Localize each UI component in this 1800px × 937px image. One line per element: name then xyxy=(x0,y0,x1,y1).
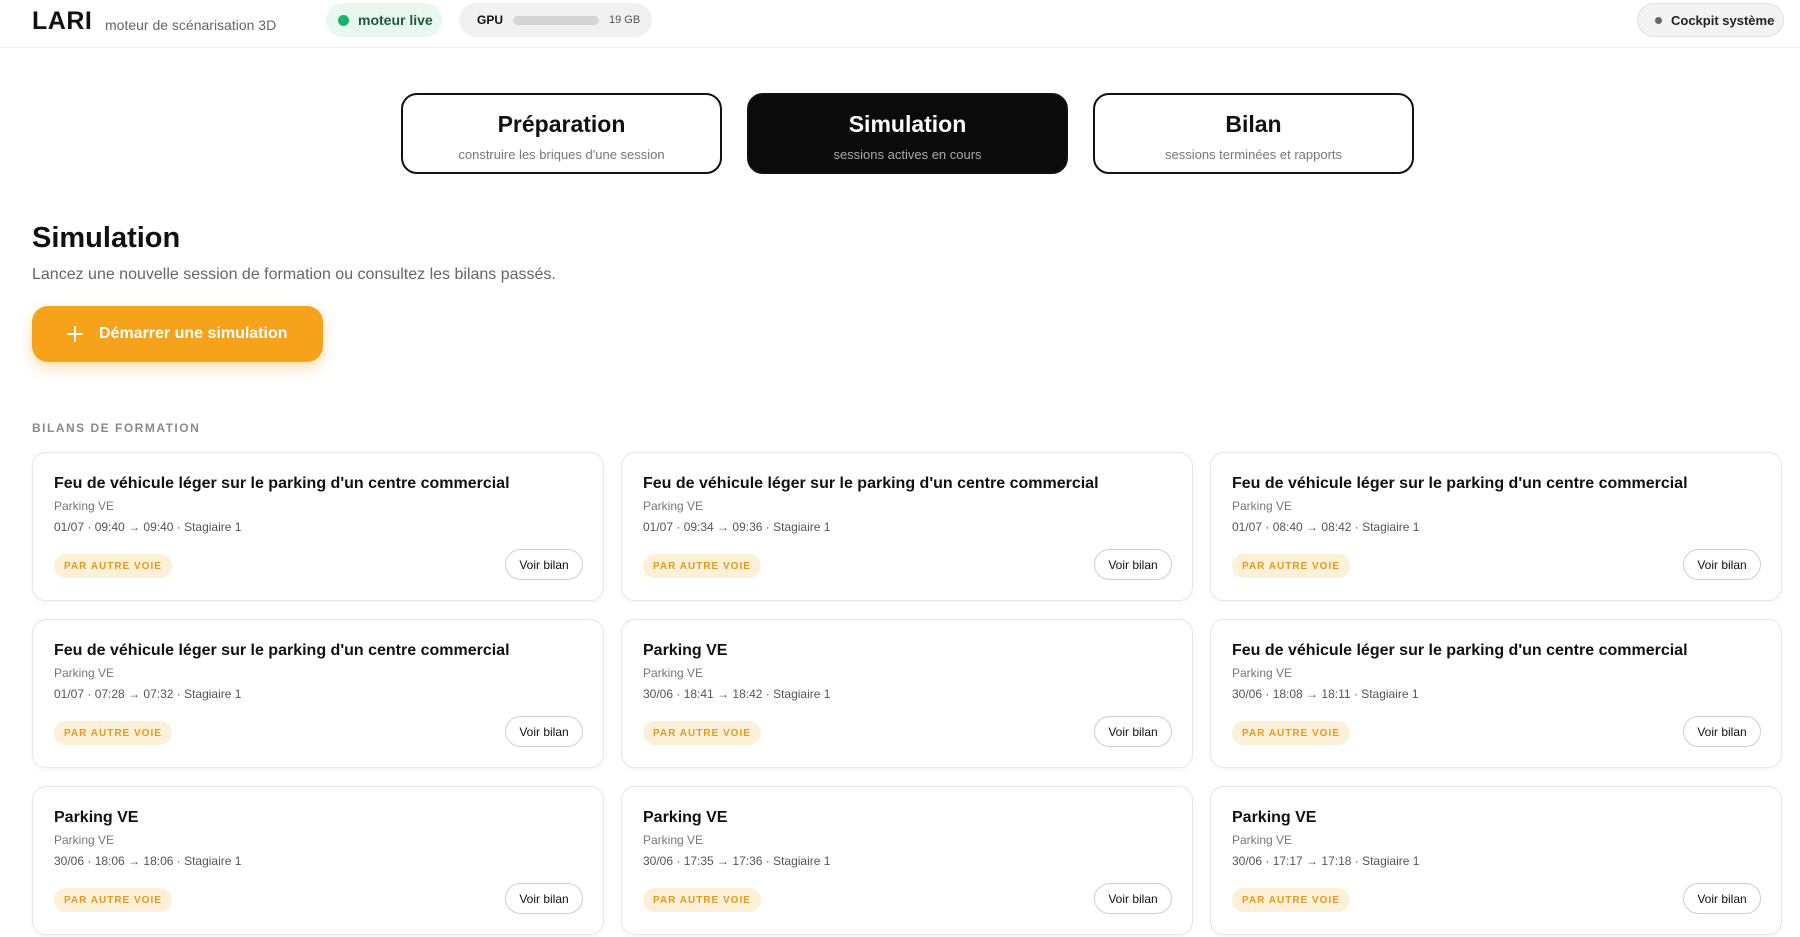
bilan-card-meta: 30/06 · 18:08 → 18:11 · Stagiaire 1 xyxy=(1232,687,1419,701)
view-bilan-button[interactable]: Voir bilan xyxy=(1683,549,1761,580)
gpu-label: GPU xyxy=(477,13,504,27)
status-badge: PAR AUTRE VOIE xyxy=(643,721,761,745)
bilan-card-subtitle: Parking VE xyxy=(643,833,704,847)
cockpit-system-button[interactable]: Cockpit système xyxy=(1637,3,1784,37)
status-badge: PAR AUTRE VOIE xyxy=(1232,721,1350,745)
tab-subtitle: construire les briques d'une session xyxy=(458,147,665,162)
bilan-card-subtitle: Parking VE xyxy=(643,666,704,680)
status-badge: PAR AUTRE VOIE xyxy=(1232,888,1350,912)
brand-tagline: moteur de scénarisation 3D xyxy=(105,17,277,33)
view-bilan-button[interactable]: Voir bilan xyxy=(1094,549,1172,580)
cockpit-system-label: Cockpit système xyxy=(1671,12,1775,28)
gpu-usage-bar xyxy=(513,15,600,25)
bilan-card: Feu de véhicule léger sur le parking d'u… xyxy=(621,452,1193,601)
start-simulation-button[interactable]: Démarrer une simulation xyxy=(32,306,323,362)
plus-icon xyxy=(67,326,83,342)
status-badge: PAR AUTRE VOIE xyxy=(54,721,172,745)
engine-status-label: moteur live xyxy=(358,12,433,28)
bilan-card-title: Feu de véhicule léger sur le parking d'u… xyxy=(54,475,510,492)
bilan-card: Parking VE Parking VE 30/06 · 18:06 → 18:0… xyxy=(32,786,604,935)
bilan-card: Parking VE Parking VE 30/06 · 17:17 → 17:1… xyxy=(1210,786,1782,935)
bilan-card-meta: 30/06 · 17:35 → 17:36 · Stagiaire 1 xyxy=(643,854,831,868)
bilan-card-meta: 01/07 · 09:34 → 09:36 · Stagiaire 1 xyxy=(643,520,831,534)
status-badge: PAR AUTRE VOIE xyxy=(643,554,761,578)
engine-status-badge: moteur live xyxy=(326,3,442,37)
gpu-usage-value: 19 GB xyxy=(609,14,641,26)
dot-icon xyxy=(1655,16,1662,24)
bilan-card: Feu de véhicule léger sur le parking d'u… xyxy=(32,619,604,768)
top-bar: LARI moteur de scénarisation 3D moteur l… xyxy=(0,0,1800,48)
bilan-card: Feu de véhicule léger sur le parking d'u… xyxy=(1210,452,1782,601)
bilan-card-subtitle: Parking VE xyxy=(54,666,115,680)
bilan-card-title: Feu de véhicule léger sur le parking d'u… xyxy=(643,475,1099,492)
status-badge: PAR AUTRE VOIE xyxy=(54,554,172,578)
status-badge: PAR AUTRE VOIE xyxy=(1232,554,1350,578)
tab-simulation[interactable]: Simulation sessions actives en cours xyxy=(747,93,1068,174)
bilan-card: Feu de véhicule léger sur le parking d'u… xyxy=(32,452,604,601)
status-dot-icon xyxy=(338,14,349,26)
bilan-card: Feu de véhicule léger sur le parking d'u… xyxy=(1210,619,1782,768)
bilan-card-meta: 30/06 · 18:06 → 18:06 · Stagiaire 1 xyxy=(54,854,242,868)
start-simulation-label: Démarrer une simulation xyxy=(99,325,288,342)
bilan-card-title: Feu de véhicule léger sur le parking d'u… xyxy=(1232,642,1688,659)
bilan-card-meta: 30/06 · 17:17 → 17:18 · Stagiaire 1 xyxy=(1232,854,1420,868)
bilan-card-subtitle: Parking VE xyxy=(643,499,704,513)
view-bilan-button[interactable]: Voir bilan xyxy=(1094,883,1172,914)
tab-title: Simulation xyxy=(848,111,967,137)
bilan-card-subtitle: Parking VE xyxy=(1232,833,1293,847)
status-badge: PAR AUTRE VOIE xyxy=(643,888,761,912)
tab-subtitle: sessions terminées et rapports xyxy=(1164,147,1343,162)
tab-title: Bilan xyxy=(1225,111,1282,137)
bilan-card-title: Feu de véhicule léger sur le parking d'u… xyxy=(1232,475,1688,492)
page-subtitle: Lancez une nouvelle session de formation… xyxy=(32,266,556,283)
bilan-card-meta: 01/07 · 07:28 → 07:32 · Stagiaire 1 xyxy=(54,687,242,701)
tab-subtitle: sessions actives en cours xyxy=(833,147,982,162)
bilan-card-meta: 30/06 · 18:41 → 18:42 · Stagiaire 1 xyxy=(643,687,831,701)
bilan-card-title: Parking VE xyxy=(54,809,139,826)
bilan-card-meta: 01/07 · 09:40 → 09:40 · Stagiaire 1 xyxy=(54,520,242,534)
page-title: Simulation xyxy=(32,222,181,254)
bilan-card-subtitle: Parking VE xyxy=(1232,499,1293,513)
bilan-card: Parking VE Parking VE 30/06 · 18:41 → 18:4… xyxy=(621,619,1193,768)
view-bilan-button[interactable]: Voir bilan xyxy=(1683,883,1761,914)
bilan-card-subtitle: Parking VE xyxy=(54,833,115,847)
view-bilan-button[interactable]: Voir bilan xyxy=(505,883,583,914)
bilan-card-subtitle: Parking VE xyxy=(54,499,115,513)
tab-preparation[interactable]: Préparation construire les briques d'une… xyxy=(401,93,722,174)
bilan-card-subtitle: Parking VE xyxy=(1232,666,1293,680)
view-bilan-button[interactable]: Voir bilan xyxy=(505,716,583,747)
bilan-card-title: Parking VE xyxy=(643,642,728,659)
bilan-card: Parking VE Parking VE 30/06 · 17:35 → 17:3… xyxy=(621,786,1193,935)
bilan-card-title: Parking VE xyxy=(643,809,728,826)
view-bilan-button[interactable]: Voir bilan xyxy=(1094,716,1172,747)
bilan-card-title: Feu de véhicule léger sur le parking d'u… xyxy=(54,642,510,659)
view-bilan-button[interactable]: Voir bilan xyxy=(505,549,583,580)
bilan-card-title: Parking VE xyxy=(1232,809,1317,826)
status-badge: PAR AUTRE VOIE xyxy=(54,888,172,912)
gpu-usage-indicator: GPU 19 GB xyxy=(459,3,652,37)
tab-bilan[interactable]: Bilan sessions terminées et rapports xyxy=(1093,93,1414,174)
bilan-card-meta: 01/07 · 08:40 → 08:42 · Stagiaire 1 xyxy=(1232,520,1420,534)
section-label-bilans: BILANS DE FORMATION xyxy=(32,421,201,435)
brand-logo: LARI xyxy=(32,7,93,35)
bilans-grid: Feu de véhicule léger sur le parking d'u… xyxy=(32,452,1784,935)
view-bilan-button[interactable]: Voir bilan xyxy=(1683,716,1761,747)
tab-title: Préparation xyxy=(497,111,626,137)
